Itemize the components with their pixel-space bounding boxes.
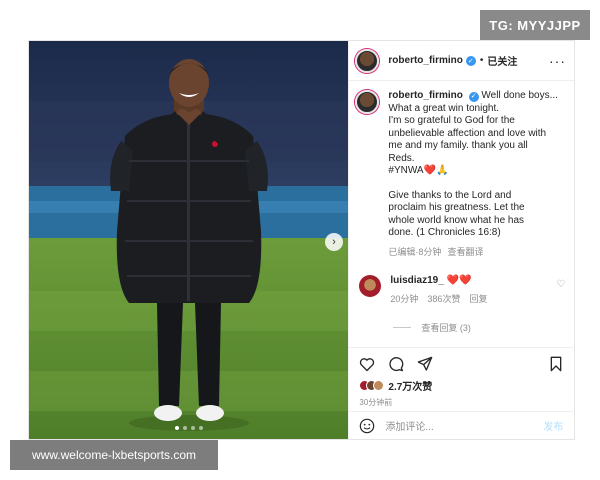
carousel-dots: [29, 426, 348, 430]
see-translation-link[interactable]: 查看翻译: [447, 246, 483, 259]
comment-meta: 20分钟 386次赞 回复: [390, 292, 540, 305]
caption-line: I'm so grateful to God for the: [388, 115, 515, 126]
caption-meta: 已编辑·8分钟 查看翻译: [388, 246, 558, 259]
caption-line: unbelievable affection and love with: [388, 127, 547, 139]
header-username[interactable]: roberto_firmino: [388, 55, 462, 66]
liker-avatar: [373, 380, 385, 391]
caption-line: whole world know what he has: [388, 214, 525, 226]
photo-illustration: [29, 41, 349, 439]
comment-icon[interactable]: [388, 356, 404, 372]
post-header: roberto_firmino ✓ • 已关注 ···: [349, 41, 574, 81]
caption-hashtag[interactable]: #YNWA❤️🙏: [388, 165, 558, 178]
view-replies-button[interactable]: 查看回复 (3): [393, 321, 565, 334]
share-icon[interactable]: [417, 356, 433, 372]
telegram-badge: TG: MYYJJPP: [480, 10, 590, 40]
comment-time: 20分钟: [390, 294, 419, 304]
bookmark-icon[interactable]: [549, 356, 563, 372]
caption-text: roberto_firmino ✓ Well done boys... What…: [388, 90, 558, 258]
comment-likes[interactable]: 386次赞: [427, 292, 460, 305]
action-bar: [359, 354, 563, 374]
caption-line: What a great win tonight.: [388, 102, 500, 114]
website-watermark: www.welcome-lxbetsports.com: [10, 440, 218, 470]
comments-list[interactable]: roberto_firmino ✓ Well done boys... What…: [349, 82, 573, 348]
caption-line: done. (1 Chronicles 16:8): [388, 227, 501, 238]
caption-time: 8分钟: [418, 246, 442, 257]
edited-label: 已编辑: [388, 246, 416, 257]
comment-text: ❤️❤️: [446, 275, 472, 286]
verified-icon: ✓: [468, 92, 479, 103]
post-time: 30分钟前: [359, 398, 393, 407]
carousel-dot: [191, 426, 195, 430]
chevron-right-icon[interactable]: ›: [325, 233, 343, 251]
caption-line: proclaim his greatness. Let the: [388, 202, 525, 213]
avatar[interactable]: [355, 48, 380, 73]
view-replies-label: 查看回复 (3): [421, 323, 471, 333]
comment-body: luisdiaz19_ ❤️❤️ 20分钟 386次赞 回复: [390, 275, 540, 305]
comment-composer: 添加评论... 发布: [349, 411, 574, 439]
carousel-dot: [175, 426, 179, 430]
post-photo[interactable]: ›: [29, 41, 349, 439]
caption-line: Give thanks to the Lord and: [388, 189, 512, 201]
carousel-dot: [183, 426, 187, 430]
publish-button[interactable]: 发布: [543, 418, 563, 433]
caption-line: me and my family. thank you all: [388, 140, 528, 151]
comment-item: luisdiaz19_ ❤️❤️ 20分钟 386次赞 回复 ♡: [355, 275, 565, 305]
comment-input[interactable]: 添加评论...: [385, 418, 433, 433]
following-button[interactable]: 已关注: [487, 53, 517, 68]
instagram-post: › roberto_firmino ✓ • 已关注 ··· roberto_fi…: [28, 40, 575, 440]
caption-username[interactable]: roberto_firmino: [388, 90, 462, 101]
heart-icon[interactable]: ♡: [556, 279, 565, 290]
caption-line: Well done boys...: [481, 90, 558, 101]
caption-line: Reds.: [388, 152, 415, 164]
caption-avatar[interactable]: [355, 90, 380, 114]
separator: •: [479, 55, 484, 66]
more-options-button[interactable]: ···: [549, 53, 566, 69]
carousel-dot: [199, 426, 203, 430]
verified-icon: ✓: [465, 55, 476, 66]
emoji-icon[interactable]: [359, 418, 375, 434]
comment-avatar[interactable]: [359, 275, 382, 297]
heart-icon[interactable]: [359, 357, 375, 372]
reply-button[interactable]: 回复: [469, 292, 487, 305]
likes-count[interactable]: 2.7万次赞: [388, 378, 432, 393]
likes-row[interactable]: 2.7万次赞: [359, 378, 563, 393]
caption: roberto_firmino ✓ Well done boys... What…: [355, 90, 565, 258]
post-sidebar: roberto_firmino ✓ • 已关注 ··· roberto_firm…: [348, 41, 574, 439]
comment-username[interactable]: luisdiaz19_: [390, 275, 443, 286]
divider: [393, 327, 412, 328]
post-actions: 2.7万次赞 30分钟前: [349, 347, 574, 408]
